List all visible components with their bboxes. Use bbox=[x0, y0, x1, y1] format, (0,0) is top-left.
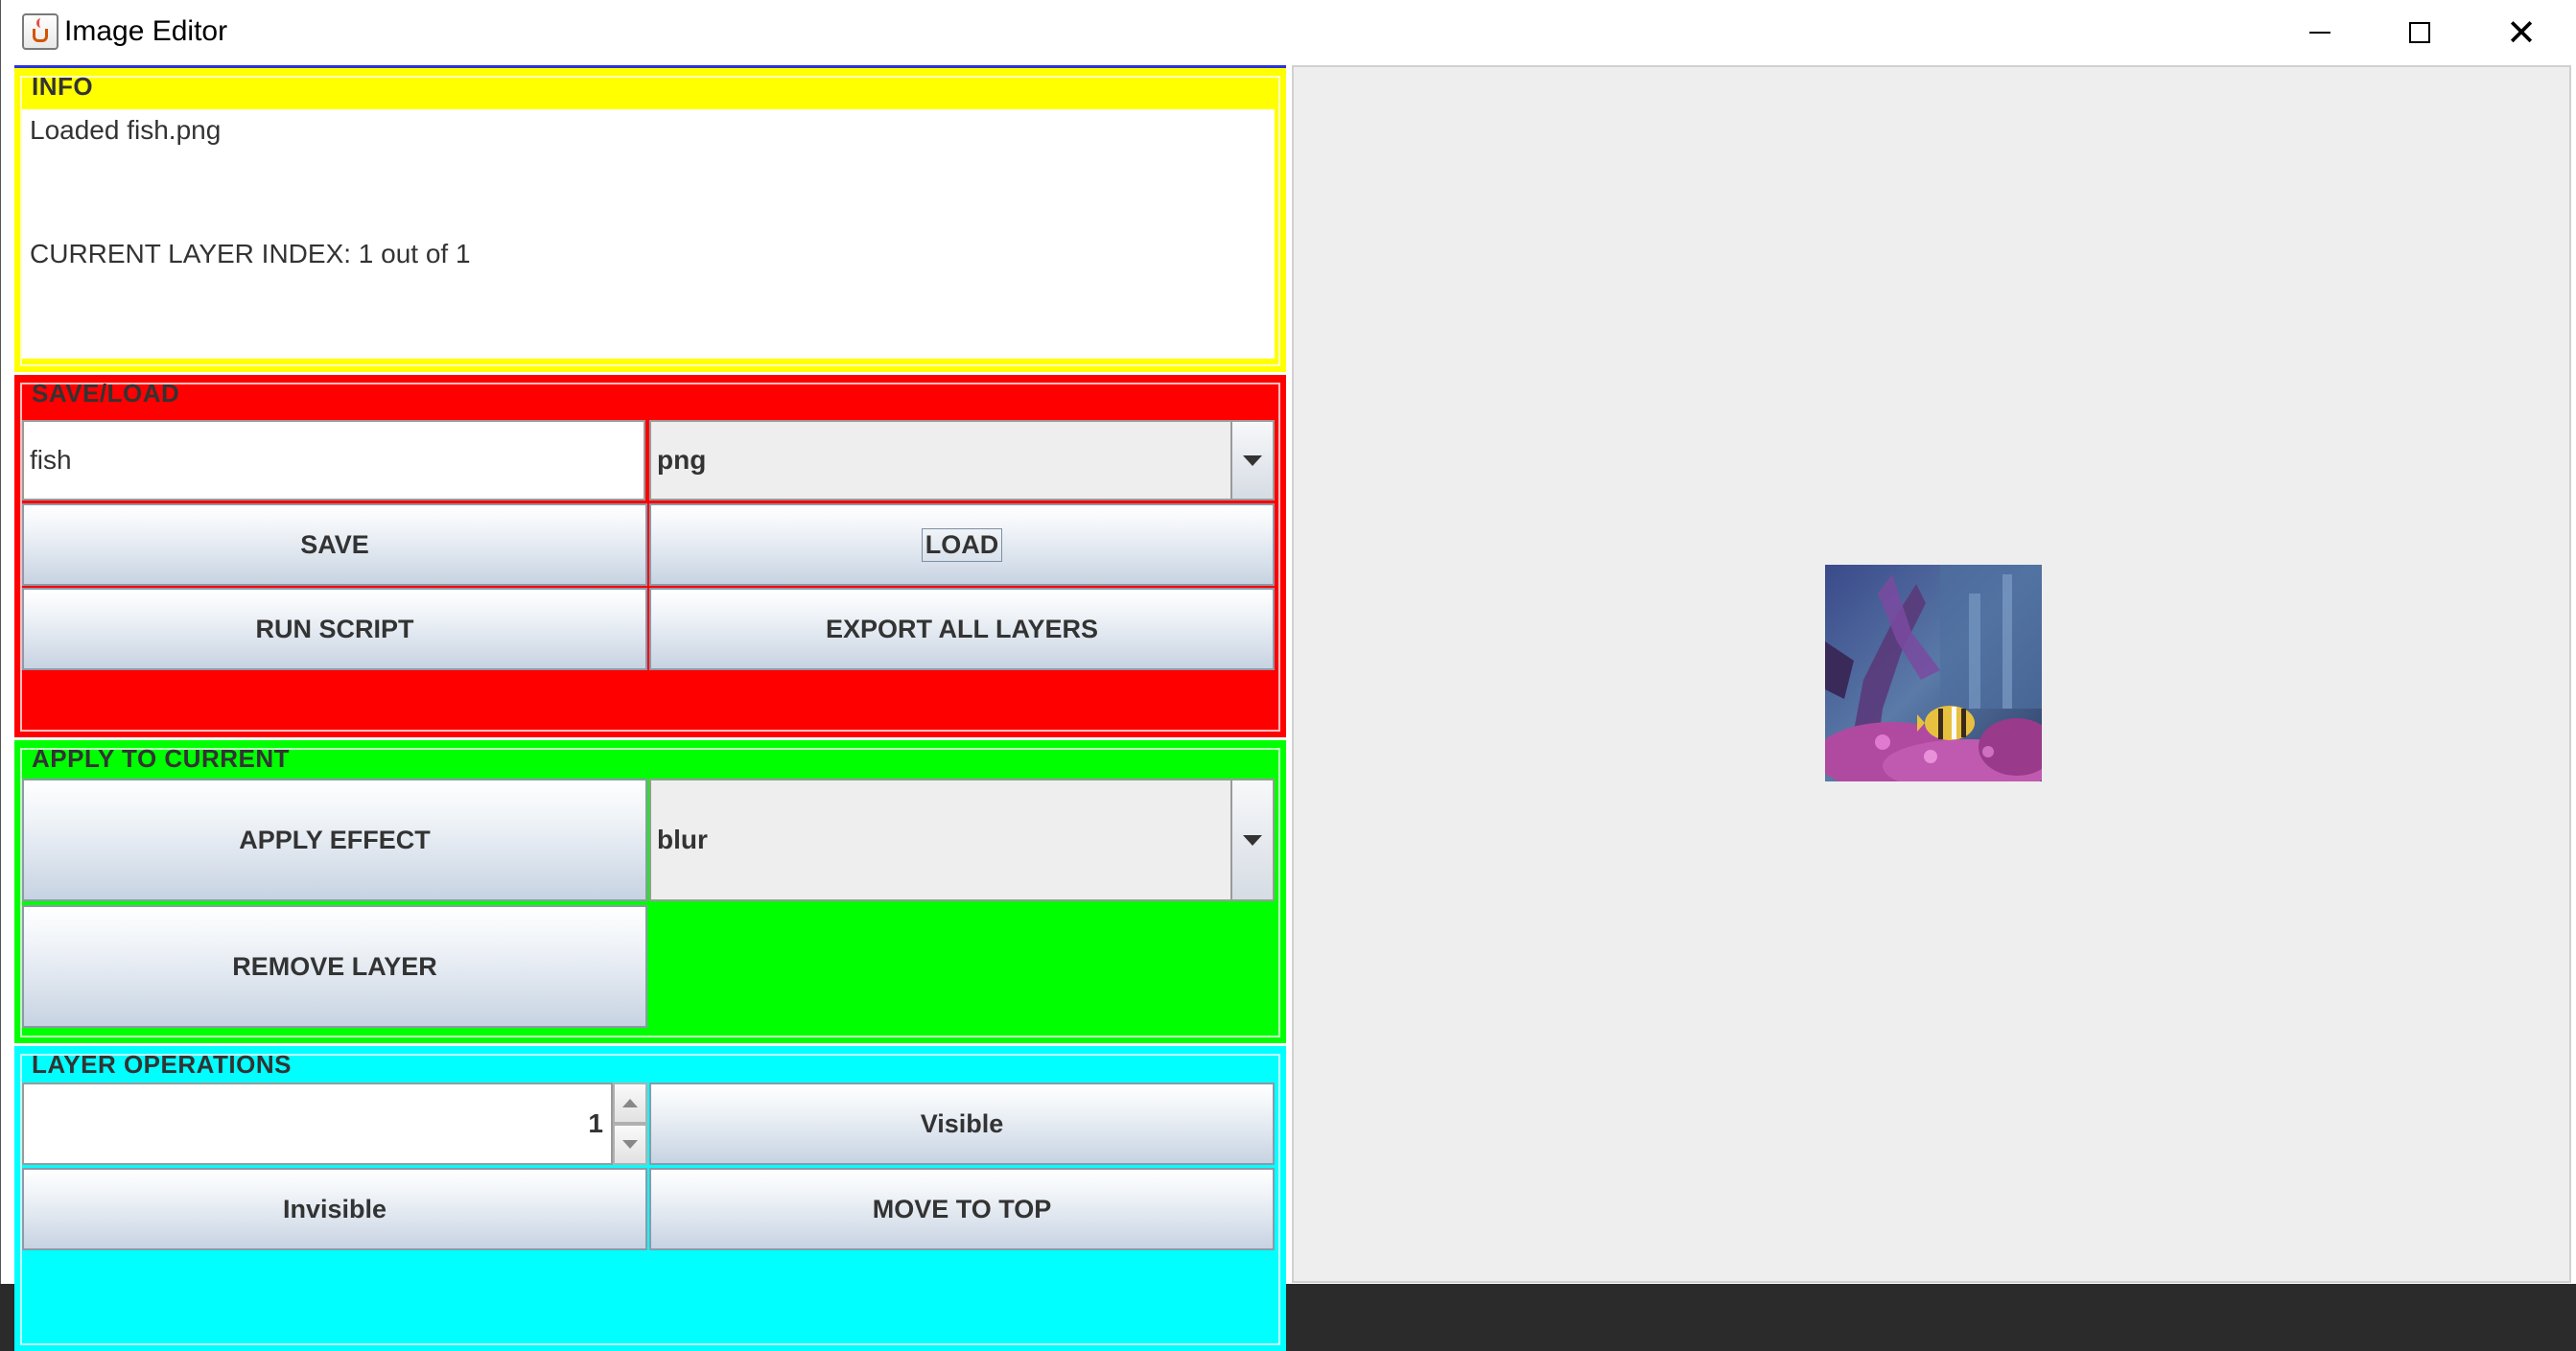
minimize-button[interactable] bbox=[2270, 0, 2370, 65]
layer-operations-section-title: LAYER OPERATIONS bbox=[32, 1050, 292, 1079]
image-canvas[interactable] bbox=[1292, 65, 2571, 1283]
info-section: INFO Loaded fish.png CURRENT LAYER INDEX… bbox=[14, 68, 1286, 372]
save-button[interactable]: SAVE bbox=[22, 503, 647, 586]
effect-select[interactable]: blur bbox=[649, 779, 1275, 901]
filename-input[interactable]: fish bbox=[22, 420, 645, 501]
run-script-button-label: RUN SCRIPT bbox=[255, 614, 414, 643]
fish-image bbox=[1825, 565, 2042, 781]
format-select[interactable]: png bbox=[649, 420, 1275, 501]
spinner-up-button[interactable] bbox=[613, 1083, 647, 1124]
export-all-layers-button-label: EXPORT ALL LAYERS bbox=[825, 614, 1099, 643]
spinner-down-button[interactable] bbox=[613, 1124, 647, 1165]
maximize-button[interactable] bbox=[2370, 0, 2470, 65]
move-to-top-button[interactable]: MOVE TO TOP bbox=[649, 1168, 1275, 1250]
invisible-button-label: Invisible bbox=[282, 1194, 387, 1223]
close-button[interactable]: ✕ bbox=[2471, 0, 2571, 65]
load-button-label: LOAD bbox=[921, 527, 1003, 562]
java-app-icon bbox=[22, 13, 59, 50]
info-text-area[interactable]: Loaded fish.png CURRENT LAYER INDEX: 1 o… bbox=[22, 109, 1275, 359]
apply-effect-button[interactable]: APPLY EFFECT bbox=[22, 779, 647, 901]
apply-to-current-section: APPLY TO CURRENT APPLY EFFECT blur REMOV… bbox=[14, 740, 1286, 1043]
layer-number-value: 1 bbox=[588, 1108, 603, 1138]
visible-button[interactable]: Visible bbox=[649, 1083, 1275, 1165]
visible-button-label: Visible bbox=[920, 1108, 1004, 1138]
format-selected-value: png bbox=[657, 445, 707, 475]
filename-value: fish bbox=[30, 445, 72, 475]
format-dropdown-button[interactable] bbox=[1230, 422, 1273, 499]
dropdown-arrow-icon bbox=[1243, 834, 1262, 846]
export-all-layers-button[interactable]: EXPORT ALL LAYERS bbox=[649, 588, 1275, 670]
remove-layer-button-label: REMOVE LAYER bbox=[232, 951, 437, 981]
move-to-top-button-label: MOVE TO TOP bbox=[872, 1194, 1052, 1223]
dropdown-arrow-icon bbox=[1243, 454, 1262, 466]
info-section-title: INFO bbox=[32, 72, 94, 101]
save-load-section: SAVE/LOAD fish png SAVE LOAD RUN SCRIPT … bbox=[14, 375, 1286, 737]
minimize-icon bbox=[2309, 32, 2330, 34]
spinner-down-icon bbox=[622, 1140, 638, 1149]
close-icon: ✕ bbox=[2506, 12, 2537, 54]
remove-layer-button[interactable]: REMOVE LAYER bbox=[22, 905, 647, 1028]
effect-selected-value: blur bbox=[657, 825, 708, 854]
maximize-icon bbox=[2409, 22, 2430, 43]
current-layer-index: CURRENT LAYER INDEX: 1 out of 1 bbox=[30, 239, 471, 268]
image-editor-window: Image Editor ✕ INFO Loaded fish.png CURR… bbox=[0, 0, 2576, 1351]
apply-effect-button-label: APPLY EFFECT bbox=[239, 825, 431, 854]
save-button-label: SAVE bbox=[300, 529, 369, 559]
save-load-section-title: SAVE/LOAD bbox=[32, 379, 180, 408]
info-message: Loaded fish.png bbox=[30, 115, 222, 145]
window-title: Image Editor bbox=[64, 15, 228, 47]
layer-image-preview bbox=[1825, 565, 2042, 781]
title-bar[interactable]: Image Editor ✕ bbox=[1, 0, 2576, 65]
effect-dropdown-button[interactable] bbox=[1230, 780, 1273, 899]
load-button[interactable]: LOAD bbox=[649, 503, 1275, 586]
run-script-button[interactable]: RUN SCRIPT bbox=[22, 588, 647, 670]
invisible-button[interactable]: Invisible bbox=[22, 1168, 647, 1250]
apply-section-title: APPLY TO CURRENT bbox=[32, 744, 291, 773]
spinner-up-icon bbox=[622, 1099, 638, 1107]
layer-operations-section: LAYER OPERATIONS 1 Visible Invisible MOV… bbox=[14, 1046, 1286, 1351]
control-panel: INFO Loaded fish.png CURRENT LAYER INDEX… bbox=[14, 65, 1286, 1351]
layer-number-spinner[interactable]: 1 bbox=[22, 1083, 613, 1165]
